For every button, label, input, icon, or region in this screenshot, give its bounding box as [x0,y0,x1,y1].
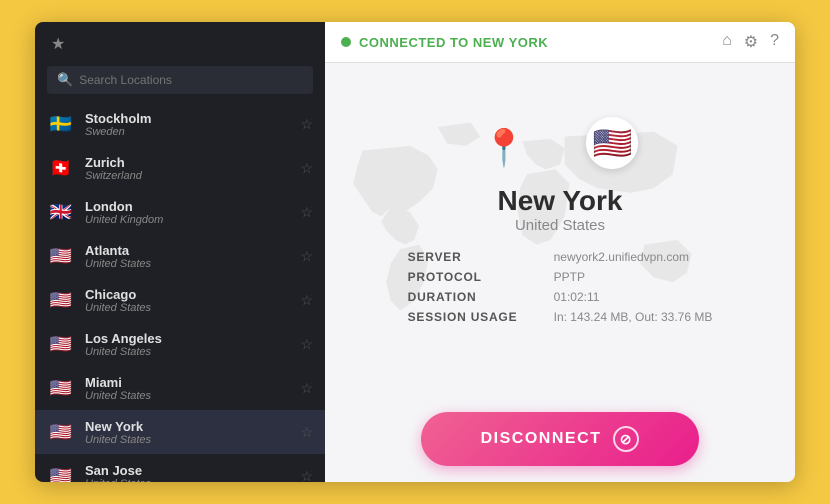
duration-value: 01:02:11 [554,290,713,304]
city-name: Los Angeles [85,331,300,346]
location-pin-icon: 📍 [482,127,527,169]
help-icon[interactable]: ? [770,32,779,52]
location-info: Stockholm Sweden [85,111,300,138]
star-icon[interactable]: ☆ [300,468,313,483]
star-icon[interactable]: ☆ [300,336,313,353]
star-icon[interactable]: ☆ [300,204,313,221]
location-info: New York United States [85,419,300,446]
location-item[interactable]: 🇺🇸 Miami United States ☆ [35,366,325,410]
country-name: United Kingdom [85,214,300,226]
protocol-label: PROTOCOL [408,270,538,284]
favorites-star-icon[interactable]: ★ [51,34,65,54]
disconnect-label: DISCONNECT [481,430,602,448]
map-area: 📍 🇺🇸 New York United States SERVER newyo… [325,63,795,398]
flag-icon: 🇬🇧 [47,198,75,226]
location-info: Atlanta United States [85,243,300,270]
disconnect-area: DISCONNECT ⊘ [325,398,795,482]
country-name: United States [85,478,300,483]
country-subtitle: United States [515,217,605,234]
info-grid: SERVER newyork2.unifiedvpn.com PROTOCOL … [368,250,753,324]
location-list: 🇸🇪 Stockholm Sweden ☆ 🇨🇭 Zurich Switzerl… [35,102,325,482]
connected-status: CONNECTED TO NEW YORK [341,35,548,50]
sidebar: ★ 🔍 🇸🇪 Stockholm Sweden ☆ 🇨🇭 Zurich Swit… [35,22,325,482]
country-name: United States [85,302,300,314]
flag-icon: 🇺🇸 [47,242,75,270]
top-bar-icons: ⌂ ⚙ ? [722,32,779,52]
city-name: Chicago [85,287,300,302]
connected-dot [341,37,351,47]
top-bar: CONNECTED TO NEW YORK ⌂ ⚙ ? [325,22,795,63]
flag-icon: 🇺🇸 [47,462,75,482]
status-text: CONNECTED TO NEW YORK [359,35,548,50]
city-name: San Jose [85,463,300,478]
sidebar-header: ★ [35,22,325,62]
location-info: San Jose United States [85,463,300,483]
location-info: Chicago United States [85,287,300,314]
usage-value: In: 143.24 MB, Out: 33.76 MB [554,310,713,324]
country-flag-circle: 🇺🇸 [586,117,638,169]
home-icon[interactable]: ⌂ [722,32,732,52]
map-overlay: 📍 🇺🇸 New York United States SERVER newyo… [368,117,753,324]
star-icon[interactable]: ☆ [300,424,313,441]
location-info: Zurich Switzerland [85,155,300,182]
city-name: New York [85,419,300,434]
flag-icon: 🇨🇭 [47,154,75,182]
flag-icon: 🇺🇸 [47,374,75,402]
usage-label: SESSION USAGE [408,310,538,324]
city-name: Stockholm [85,111,300,126]
search-icon: 🔍 [57,72,73,88]
country-name: United States [85,434,300,446]
city-name: Atlanta [85,243,300,258]
search-box[interactable]: 🔍 [47,66,313,94]
city-title: New York [497,185,622,217]
country-name: United States [85,390,300,402]
country-name: United States [85,258,300,270]
flag-icon: 🇸🇪 [47,110,75,138]
search-input[interactable] [79,73,303,87]
city-name: Miami [85,375,300,390]
star-icon[interactable]: ☆ [300,248,313,265]
location-item[interactable]: 🇺🇸 Los Angeles United States ☆ [35,322,325,366]
app-window: ★ 🔍 🇸🇪 Stockholm Sweden ☆ 🇨🇭 Zurich Swit… [35,22,795,482]
location-item[interactable]: 🇺🇸 San Jose United States ☆ [35,454,325,482]
location-item[interactable]: 🇺🇸 Chicago United States ☆ [35,278,325,322]
location-item[interactable]: 🇨🇭 Zurich Switzerland ☆ [35,146,325,190]
city-name: London [85,199,300,214]
location-item[interactable]: 🇬🇧 London United Kingdom ☆ [35,190,325,234]
country-name: United States [85,346,300,358]
settings-icon[interactable]: ⚙ [744,32,758,52]
location-info: Los Angeles United States [85,331,300,358]
protocol-value: PPTP [554,270,713,284]
flag-icon: 🇺🇸 [47,286,75,314]
location-info: Miami United States [85,375,300,402]
star-icon[interactable]: ☆ [300,116,313,133]
server-label: SERVER [408,250,538,264]
duration-label: DURATION [408,290,538,304]
disconnect-button[interactable]: DISCONNECT ⊘ [421,412,700,466]
city-name: Zurich [85,155,300,170]
country-name: Switzerland [85,170,300,182]
main-content: CONNECTED TO NEW YORK ⌂ ⚙ ? [325,22,795,482]
server-value: newyork2.unifiedvpn.com [554,250,713,264]
star-icon[interactable]: ☆ [300,292,313,309]
location-item[interactable]: 🇸🇪 Stockholm Sweden ☆ [35,102,325,146]
location-info: London United Kingdom [85,199,300,226]
disconnect-circle-icon: ⊘ [613,426,639,452]
star-icon[interactable]: ☆ [300,380,313,397]
flag-icon: 🇺🇸 [47,330,75,358]
location-item[interactable]: 🇺🇸 New York United States ☆ [35,410,325,454]
location-item[interactable]: 🇺🇸 Atlanta United States ☆ [35,234,325,278]
country-name: Sweden [85,126,300,138]
flag-icon: 🇺🇸 [47,418,75,446]
star-icon[interactable]: ☆ [300,160,313,177]
map-icons-row: 📍 🇺🇸 [482,117,639,169]
